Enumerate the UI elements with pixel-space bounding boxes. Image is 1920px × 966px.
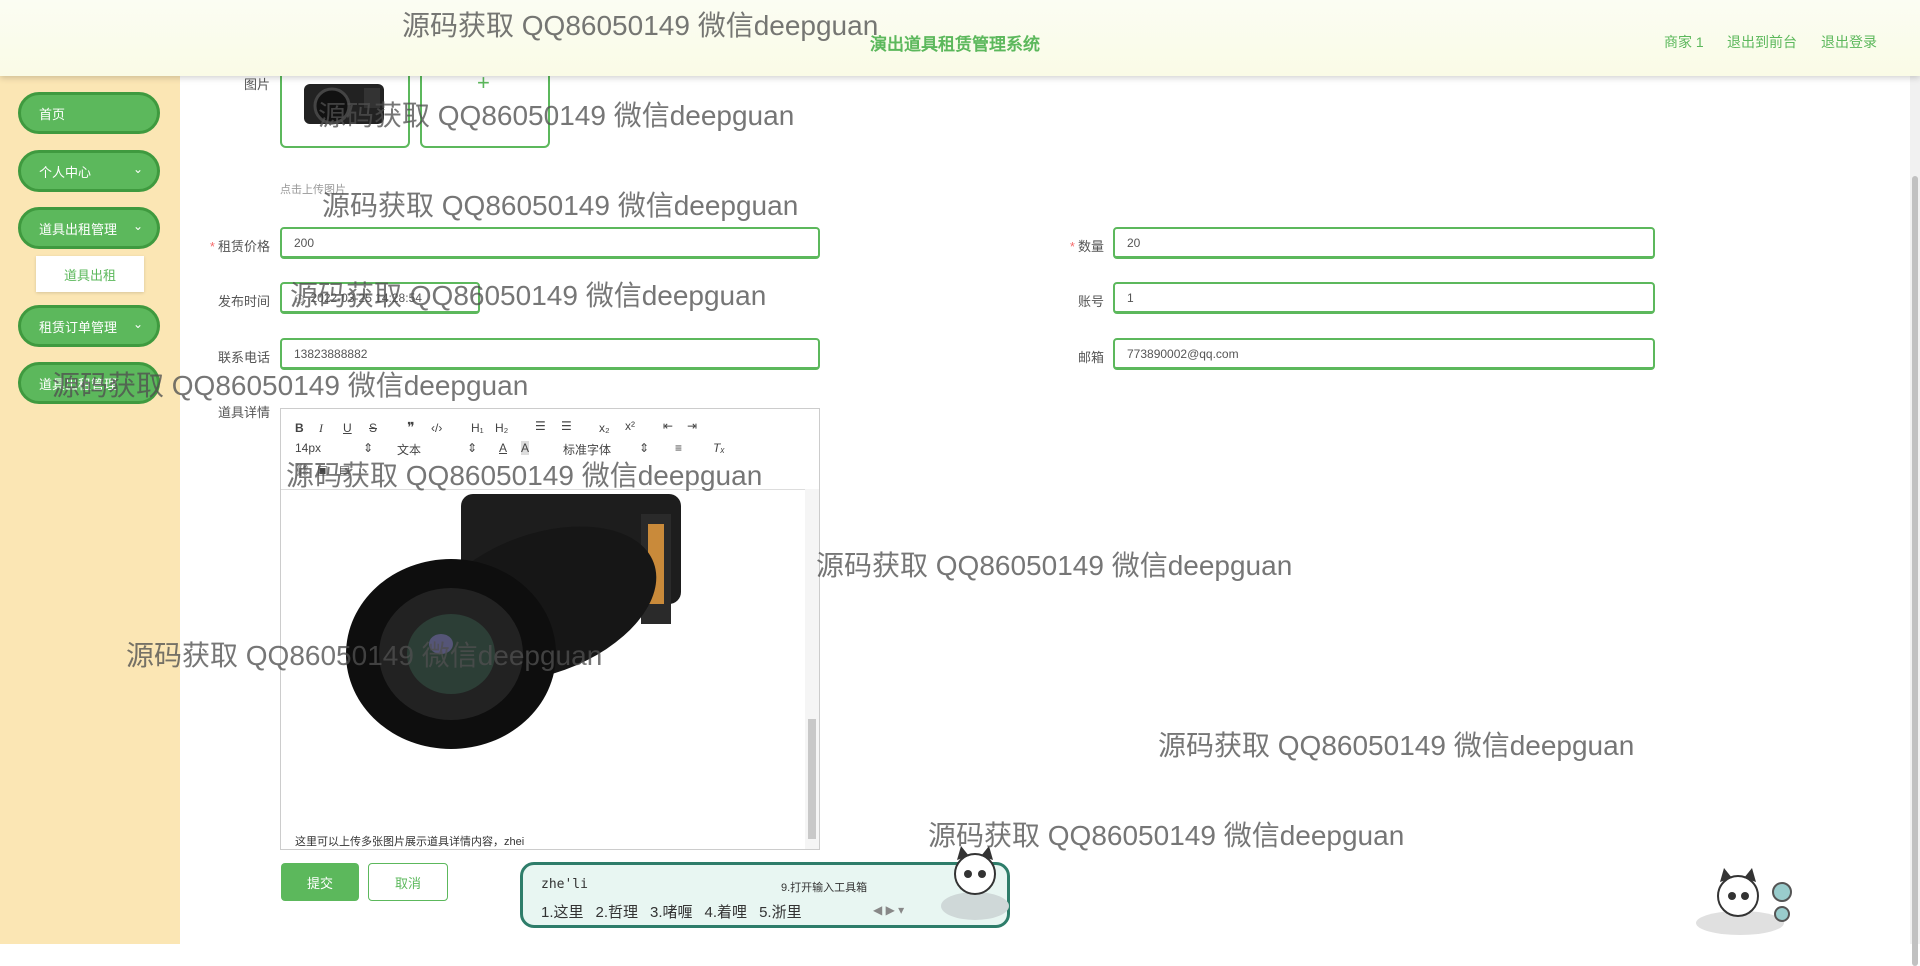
underline-icon[interactable]: U (343, 421, 352, 435)
code-block-icon[interactable]: ‹/› (431, 421, 442, 435)
publish-time-label: 发布时间 (217, 294, 270, 309)
ime-candidates: 1.这里 2.哲理 3.啫喱 4.着哩 5.浙里 (541, 901, 814, 922)
account-input[interactable]: 1 (1113, 282, 1655, 314)
phone-label: 联系电话 (217, 350, 270, 365)
sidebar-item-label: 首页 (39, 106, 66, 122)
sidebar-item-label: 道具出租管理 (39, 376, 118, 392)
image-icon[interactable]: ▣ (317, 463, 328, 477)
editor-scrollbar[interactable] (805, 489, 819, 849)
email-label: 邮箱 (1077, 350, 1104, 365)
price-label: * 租赁价格 (209, 239, 270, 254)
ime-candidate[interactable]: 4.着哩 (705, 904, 748, 921)
font-family-select[interactable]: 标准字体 (563, 441, 611, 458)
chevron-updown-icon: ⇕ (467, 441, 478, 455)
chevron-down-icon: ⌄ (132, 317, 143, 331)
quantity-label-text: 数量 (1077, 239, 1104, 254)
ime-composition: zhe'li (541, 877, 588, 892)
ime-candidate[interactable]: 2.哲理 (596, 904, 639, 921)
exit-to-front-link[interactable]: 退出到前台 (1727, 32, 1797, 52)
clear-format-icon[interactable]: Tₓ (713, 441, 725, 455)
link-icon[interactable]: ⛓ (295, 463, 310, 477)
strikethrough-icon[interactable]: S (369, 421, 377, 435)
mascot-cat-icon (1696, 868, 1792, 935)
account-label: 账号 (1077, 294, 1104, 309)
background-color-icon[interactable]: A (521, 441, 530, 455)
editor-text-content: 这里可以上传多张图片展示道具详情内容，zhei (295, 836, 525, 848)
heading-1-icon[interactable]: H₁ (471, 421, 484, 435)
sidebar-item-home[interactable]: 首页 (18, 92, 160, 134)
chevron-updown-icon: ⇕ (363, 441, 374, 455)
heading-2-icon[interactable]: H₂ (495, 421, 508, 435)
image-label: 图片 (243, 77, 270, 92)
merchant-user-link[interactable]: 商家 1 (1664, 32, 1704, 52)
outdent-icon[interactable]: ⇤ (663, 419, 673, 433)
sidebar-item-prop-management[interactable]: 道具出租管理 (18, 362, 160, 404)
subscript-icon[interactable]: x₂ (599, 421, 610, 435)
sidebar-subitem-prop-rental[interactable]: 道具出租 (36, 256, 144, 292)
camera-thumbnail-image (304, 84, 384, 125)
rich-text-editor[interactable]: B I U S ❞ ‹/› H₁ H₂ ☰ ☰ x₂ x² ⇤ ⇥ 14px ⇕… (280, 408, 820, 850)
indent-icon[interactable]: ⇥ (687, 419, 697, 433)
rental-price-input[interactable]: 200 (280, 227, 820, 259)
system-title: 演出道具租赁管理系统 (870, 35, 1040, 54)
font-size-select[interactable]: 14px (295, 441, 321, 455)
bullet-list-icon[interactable]: ☰ (561, 419, 572, 433)
font-color-icon[interactable]: A (499, 441, 507, 455)
top-header: 演出道具租赁管理系统 商家 1 退出到前台 退出登录 (0, 0, 1920, 76)
quantity-label: * 数量 (1069, 239, 1104, 254)
publish-time-picker[interactable]: ◷ 2022-03-25 14:28:54 (280, 282, 480, 314)
editor-toolbar: B I U S ❞ ‹/› H₁ H₂ ☰ ☰ x₂ x² ⇤ ⇥ 14px ⇕… (281, 409, 819, 490)
chevron-down-icon: ⌄ (132, 219, 143, 233)
logout-link[interactable]: 退出登录 (1821, 32, 1877, 52)
ime-page-arrows-icon[interactable]: ◀ ▶ ▾ (873, 903, 904, 917)
blockquote-icon[interactable]: ❞ (407, 419, 415, 436)
chevron-down-icon: ⌄ (132, 162, 143, 176)
cancel-button[interactable]: 取消 (368, 863, 448, 901)
sidebar-item-label: 租赁订单管理 (39, 319, 118, 335)
ime-candidate[interactable]: 1.这里 (541, 904, 584, 921)
clock-icon: ◷ (294, 290, 305, 305)
publish-time-value: 2022-03-25 14:28:54 (310, 290, 422, 305)
video-icon[interactable]: ▤ (339, 463, 350, 477)
price-label-text: 租赁价格 (217, 239, 270, 254)
ime-toolbox-hint[interactable]: 9.打开输入工具箱 (781, 879, 867, 895)
sidebar-item-personal-center[interactable]: 个人中心 ⌄ (18, 150, 160, 192)
page-scrollbar[interactable] (1910, 76, 1920, 966)
bold-icon[interactable]: B (295, 421, 304, 435)
superscript-icon[interactable]: x² (625, 419, 635, 433)
ime-candidate[interactable]: 3.啫喱 (650, 904, 693, 921)
sidebar-item-prop-rental-management[interactable]: 道具出租管理 ⌄ (18, 207, 160, 249)
ordered-list-icon[interactable]: ☰ (535, 419, 546, 433)
sidebar-item-label: 个人中心 (39, 164, 92, 180)
ime-candidate[interactable]: 5.浙里 (759, 904, 802, 921)
ime-mascot-cat-icon (941, 846, 1009, 920)
phone-input[interactable]: 13823888882 (280, 338, 820, 370)
sidebar-item-rental-order-management[interactable]: 租赁订单管理 ⌄ (18, 305, 160, 347)
camera-detail-image (346, 494, 681, 749)
details-label: 道具详情 (217, 405, 270, 420)
submit-button[interactable]: 提交 (281, 863, 359, 901)
upload-image-button[interactable]: + (420, 70, 550, 148)
paragraph-select[interactable]: 文本 (397, 441, 421, 458)
email-input[interactable]: 773890002@qq.com (1113, 338, 1655, 370)
quantity-input[interactable]: 20 (1113, 227, 1655, 259)
align-icon[interactable]: ≡ (675, 441, 682, 455)
uploaded-image-thumbnail[interactable] (280, 76, 410, 148)
chevron-updown-icon: ⇕ (639, 441, 650, 455)
upload-hint: 点击上传图片 (280, 184, 346, 196)
sidebar-item-label: 道具出租管理 (39, 221, 118, 237)
italic-icon[interactable]: I (319, 421, 323, 436)
